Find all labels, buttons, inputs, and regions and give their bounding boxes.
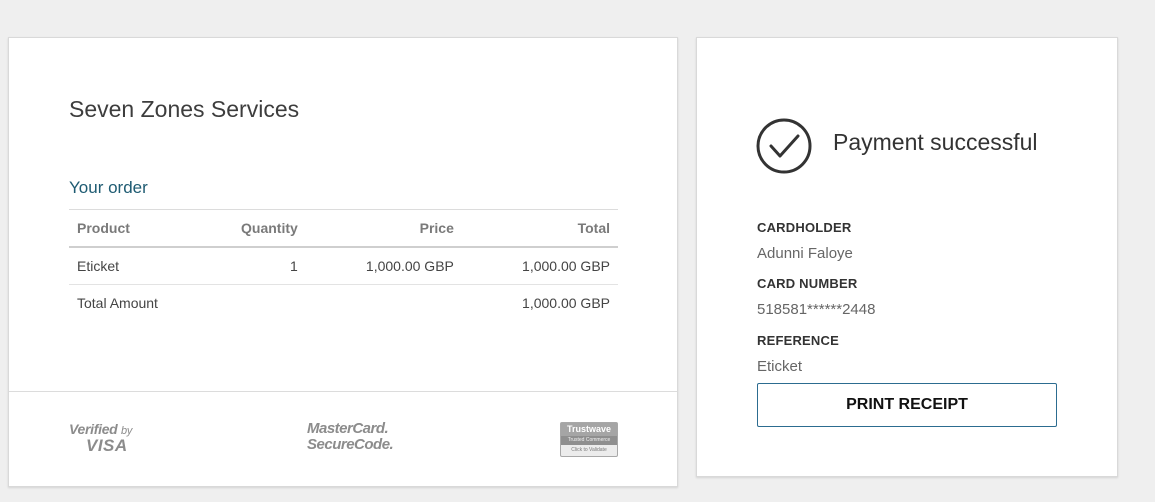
reference-value: Eticket bbox=[757, 358, 803, 375]
column-header-product: Product bbox=[69, 209, 196, 248]
footer-divider bbox=[9, 391, 677, 392]
visa-logo-text-verified: Verified bbox=[69, 421, 118, 437]
check-circle-icon bbox=[756, 118, 812, 174]
item-price: 1,000.00 GBP bbox=[305, 247, 462, 285]
table-row: Eticket 1 1,000.00 GBP 1,000.00 GBP bbox=[69, 247, 618, 285]
merchant-name: Seven Zones Services bbox=[69, 96, 300, 122]
cardholder-label: CARDHOLDER bbox=[757, 220, 852, 235]
total-amount-row: Total Amount 1,000.00 GBP bbox=[69, 285, 618, 322]
trustwave-seal-subtitle: Trusted Commerce bbox=[561, 436, 617, 445]
column-header-price: Price bbox=[305, 209, 462, 248]
visa-logo-text-visa: VISA bbox=[86, 436, 128, 455]
column-header-total: Total bbox=[461, 209, 618, 248]
cardholder-value: Adunni Faloye bbox=[757, 245, 853, 262]
column-header-quantity: Quantity bbox=[195, 209, 306, 248]
card-number-label: CARD NUMBER bbox=[757, 276, 858, 291]
trustwave-seal-validate: Click to Validate bbox=[561, 445, 617, 456]
order-table: Product Quantity Price Total Eticket 1 1… bbox=[69, 209, 618, 321]
payment-status-title: Payment successful bbox=[833, 129, 1038, 155]
total-amount-label: Total Amount bbox=[77, 295, 158, 311]
reference-label: REFERENCE bbox=[757, 333, 839, 348]
total-amount-value: 1,000.00 GBP bbox=[522, 295, 610, 311]
table-header-row: Product Quantity Price Total bbox=[69, 209, 618, 248]
total-row-spacer bbox=[306, 285, 462, 322]
mastercard-logo-text-line2: SecureCode. bbox=[307, 436, 394, 453]
payment-status-panel: Payment successful CARDHOLDER Adunni Fal… bbox=[696, 37, 1118, 477]
item-total: 1,000.00 GBP bbox=[461, 247, 618, 285]
mastercard-logo-text-line1: MasterCard. bbox=[307, 420, 389, 437]
mastercard-securecode-logo: MasterCard. SecureCode. bbox=[307, 420, 394, 453]
print-receipt-button[interactable]: PRINT RECEIPT bbox=[757, 383, 1057, 427]
trustwave-seal[interactable]: Trustwave Trusted Commerce Click to Vali… bbox=[560, 422, 618, 457]
verified-by-visa-logo: Verified by VISA bbox=[69, 422, 149, 456]
item-quantity: 1 bbox=[195, 247, 306, 285]
order-summary-panel: Seven Zones Services Your order Product … bbox=[8, 37, 678, 487]
order-heading: Your order bbox=[69, 178, 148, 197]
card-number-value: 518581******2448 bbox=[757, 301, 876, 318]
trustwave-seal-title: Trustwave bbox=[566, 424, 612, 434]
total-row-spacer bbox=[196, 285, 306, 322]
item-product: Eticket bbox=[69, 247, 196, 285]
